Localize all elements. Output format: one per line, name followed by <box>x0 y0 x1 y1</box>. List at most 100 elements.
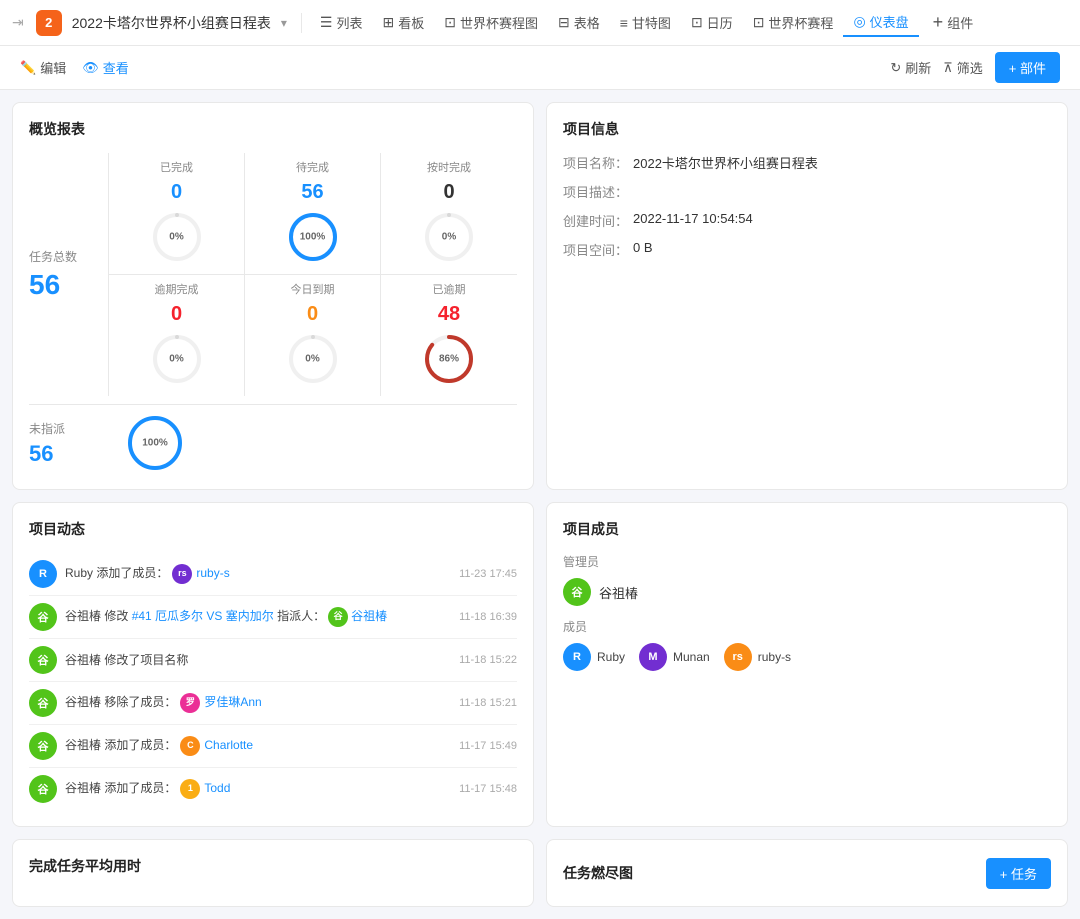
filter-icon: ⊼ <box>943 60 953 76</box>
ontime-circle: 0% <box>422 210 476 264</box>
sub-toolbar-right: ↻ 刷新 ⊼ 筛选 + 部件 <box>890 52 1060 83</box>
pending-circle: 100% <box>286 210 340 264</box>
activity-text: 谷祖椿 修改了项目名称 <box>65 651 443 669</box>
members-list: RRuby MMunan rsruby-s <box>563 643 1051 671</box>
plus-icon: + <box>933 12 944 33</box>
target-avatar: C <box>180 736 200 756</box>
info-desc-label: 项目描述： <box>563 182 633 201</box>
extra-avatar: 谷 <box>328 607 348 627</box>
total-label: 任务总数 <box>29 248 92 265</box>
add-task-btn[interactable]: + 任务 <box>986 858 1051 889</box>
late-num: 0 <box>171 303 182 326</box>
viewer-btn[interactable]: 👁 查看 <box>82 58 129 77</box>
overview-inner: 任务总数 56 已完成 0 0% 待完成 <box>29 153 517 473</box>
eye-icon: 👁 <box>82 60 99 76</box>
refresh-btn[interactable]: ↻ 刷新 <box>890 58 931 77</box>
stat-completed: 已完成 0 0% <box>109 153 245 275</box>
refresh-label: 刷新 <box>905 58 931 77</box>
nav-label-kanban: 看板 <box>398 13 424 32</box>
title-dropdown-icon[interactable]: ▾ <box>281 16 287 30</box>
activity-card: 项目动态 RRuby 添加了成员：rsruby-s11-23 17:45谷谷祖椿… <box>12 502 534 827</box>
info-name-value: 2022卡塔尔世界杯小组赛日程表 <box>633 153 818 172</box>
activity-avatar: 谷 <box>29 646 57 674</box>
nav-label-worldcup: 世界杯赛程 <box>768 13 833 32</box>
late-pct: 0% <box>169 354 183 365</box>
admin-section-label: 管理员 <box>563 553 1051 570</box>
overview-row2: 未指派 56 100% <box>29 404 517 473</box>
nav-item-gantt[interactable]: ≡ 甘特图 <box>610 9 681 36</box>
today-pct: 0% <box>305 354 319 365</box>
activity-avatar: 谷 <box>29 775 57 803</box>
unassigned-num: 56 <box>29 441 109 467</box>
main-content: 概览报表 任务总数 56 已完成 0 0% <box>0 90 1080 919</box>
activity-item: 谷谷祖椿 移除了成员：罗罗佳琳Ann11-18 15:21 <box>29 682 517 725</box>
activity-avatar: R <box>29 560 57 588</box>
nav-item-worldcup[interactable]: ⊡ 世界杯赛程 <box>743 9 844 36</box>
nav-item-kanban[interactable]: ⊞ 看板 <box>373 9 435 36</box>
today-circle: 0% <box>286 332 340 386</box>
nav-label-components: 组件 <box>947 13 973 32</box>
overdue-label: 已逾期 <box>433 281 466 297</box>
list-icon: ☰ <box>320 14 333 31</box>
activity-time: 11-18 15:21 <box>459 697 517 709</box>
members-card: 项目成员 管理员 谷 谷祖椿 成员 RRubyMMunanrsruby-s <box>546 502 1068 827</box>
filter-btn[interactable]: ⊼ 筛选 <box>943 58 983 77</box>
admin-avatar: 谷 <box>563 578 591 606</box>
activity-item: 谷谷祖椿 添加了成员：CCharlotte 11-17 15:49 <box>29 725 517 768</box>
worldcup-icon: ⊡ <box>753 14 765 31</box>
info-create-value: 2022-11-17 10:54:54 <box>633 211 753 226</box>
activity-avatar: 谷 <box>29 603 57 631</box>
sub-toolbar-left: ✏️ 编辑 👁 查看 <box>20 58 129 77</box>
today-num: 0 <box>307 303 318 326</box>
member-item: MMunan <box>639 643 710 671</box>
member-avatar: M <box>639 643 667 671</box>
overview-row1: 任务总数 56 已完成 0 0% 待完成 <box>29 153 517 396</box>
stat-overdue: 已逾期 48 86% <box>381 275 517 396</box>
activity-time: 11-23 17:45 <box>459 568 517 580</box>
avg-time-card: 完成任务平均用时 <box>12 839 534 907</box>
today-label: 今日到期 <box>291 281 335 297</box>
pending-label: 待完成 <box>296 159 329 175</box>
activity-list: RRuby 添加了成员：rsruby-s11-23 17:45谷谷祖椿 修改 #… <box>29 553 517 810</box>
nav-item-worldcup-chart[interactable]: ⊡ 世界杯赛程图 <box>434 9 548 36</box>
add-part-btn[interactable]: + 部件 <box>995 52 1060 83</box>
nav-item-calendar[interactable]: ⊡ 日历 <box>681 9 743 36</box>
info-space-row: 项目空间： 0 B <box>563 240 1051 259</box>
ontime-label: 按时完成 <box>427 159 471 175</box>
target-avatar: rs <box>172 564 192 584</box>
ontime-pct: 0% <box>442 232 456 243</box>
nav-item-table[interactable]: ⊟ 表格 <box>548 9 610 36</box>
late-circle: 0% <box>150 332 204 386</box>
stat-ontime: 按时完成 0 0% <box>381 153 517 275</box>
edit-btn[interactable]: ✏️ 编辑 <box>20 58 66 77</box>
member-item: rsruby-s <box>724 643 791 671</box>
dashboard-icon: ◎ <box>853 13 865 30</box>
activity-text: 谷祖椿 修改 #41 厄瓜多尔 VS 塞内加尔 指派人：谷谷祖椿 <box>65 607 443 627</box>
overdue-circle: 86% <box>422 332 476 386</box>
stat-pending: 待完成 56 100% <box>245 153 381 275</box>
member-item: RRuby <box>563 643 625 671</box>
completed-num: 0 <box>171 181 182 204</box>
burndown-card: 任务燃尽图 + 任务 <box>546 839 1068 907</box>
nav-item-list[interactable]: ☰ 列表 <box>310 9 373 36</box>
members-section-label: 成员 <box>563 618 1051 635</box>
burndown-title: 任务燃尽图 <box>563 863 633 883</box>
member-name: Ruby <box>597 650 625 664</box>
nav-item-components[interactable]: + 组件 <box>919 8 984 37</box>
activity-text: 谷祖椿 添加了成员：CCharlotte <box>65 736 443 756</box>
activity-time: 11-18 16:39 <box>459 611 517 623</box>
worldcup-chart-icon: ⊡ <box>444 14 456 31</box>
refresh-icon: ↻ <box>890 60 901 76</box>
target-avatar: 1 <box>180 779 200 799</box>
activity-avatar: 谷 <box>29 732 57 760</box>
activity-time: 11-17 15:49 <box>459 740 517 752</box>
nav-item-dashboard[interactable]: ◎ 仪表盘 <box>843 8 918 37</box>
activity-item: 谷谷祖椿 修改 #41 厄瓜多尔 VS 塞内加尔 指派人：谷谷祖椿 11-18 1… <box>29 596 517 639</box>
total-tasks-col: 任务总数 56 <box>29 153 109 396</box>
collapse-icon[interactable]: ⇥ <box>12 14 24 31</box>
stat-today: 今日到期 0 0% <box>245 275 381 396</box>
nav-divider <box>301 13 302 33</box>
calendar-icon: ⊡ <box>691 14 703 31</box>
info-space-value: 0 B <box>633 240 653 255</box>
activity-text: Ruby 添加了成员：rsruby-s <box>65 564 443 584</box>
